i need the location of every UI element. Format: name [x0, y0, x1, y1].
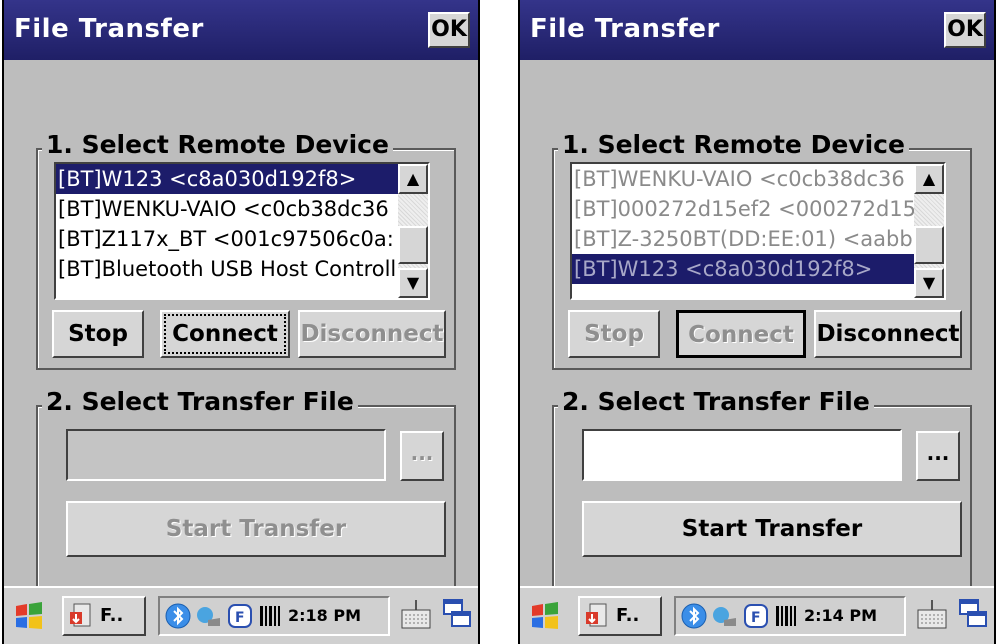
device-list[interactable]: [BT]W123 <c8a030d192f8> [BT]WENKU-VAIO <… — [54, 162, 430, 300]
ok-button[interactable]: OK — [428, 12, 470, 48]
group-legend: 2. Select Transfer File — [42, 387, 358, 416]
group-legend: 1. Select Remote Device — [558, 130, 909, 159]
device-list[interactable]: [BT]WENKU-VAIO <c0cb38dc36 [BT]000272d15… — [570, 162, 946, 300]
vertical-scrollbar[interactable]: ▲ ▼ — [398, 164, 428, 298]
windows-flag-icon[interactable] — [528, 600, 562, 634]
list-item[interactable]: [BT]WENKU-VAIO <c0cb38dc36 — [572, 164, 944, 194]
taskbar-app-label: F.. — [616, 605, 640, 626]
windows-switch-icon[interactable] — [442, 598, 472, 630]
select-remote-device-group: 1. Select Remote Device [BT]W123 <c8a030… — [36, 130, 456, 370]
clock[interactable]: 2:14 PM — [804, 606, 877, 625]
barcode-icon[interactable] — [258, 604, 282, 628]
stop-button[interactable]: Stop — [568, 310, 660, 358]
select-transfer-file-group: 2. Select Transfer File ... Start Transf… — [36, 387, 456, 593]
list-item[interactable]: [BT]Z-3250BT(DD:EE:01) <aabb — [572, 224, 944, 254]
vertical-scrollbar[interactable]: ▲ ▼ — [914, 164, 944, 298]
taskbar: F.. F 2:14 PM — [520, 586, 994, 644]
start-transfer-button[interactable]: Start Transfer — [582, 501, 962, 557]
scroll-down-arrow-icon[interactable]: ▼ — [914, 268, 944, 298]
start-transfer-button[interactable]: Start Transfer — [66, 501, 446, 557]
window-title: File Transfer — [14, 14, 204, 44]
function-key-icon[interactable]: F — [742, 602, 770, 630]
right-screen: File Transfer OK 1. Select Remote Device… — [518, 0, 996, 644]
scroll-thumb[interactable] — [914, 226, 944, 264]
file-path-field[interactable] — [582, 429, 902, 481]
network-icon[interactable] — [710, 602, 738, 630]
list-item[interactable]: [BT]Z117x_BT <001c97506c0a: — [56, 224, 428, 254]
select-transfer-file-group: 2. Select Transfer File ... Start Transf… — [552, 387, 972, 593]
stop-button[interactable]: Stop — [52, 310, 144, 358]
system-tray: F 2:14 PM — [674, 596, 906, 636]
list-item[interactable]: [BT]W123 <c8a030d192f8> — [56, 164, 428, 194]
select-remote-device-group: 1. Select Remote Device [BT]WENKU-VAIO <… — [552, 130, 972, 370]
list-item[interactable]: [BT]WENKU-VAIO <c0cb38dc36 — [56, 194, 428, 224]
taskbar-app-button[interactable]: F.. — [62, 596, 146, 636]
bluetooth-icon[interactable] — [164, 602, 192, 630]
list-item[interactable]: [BT]000272d15ef2 <000272d15 — [572, 194, 944, 224]
browse-button[interactable]: ... — [400, 431, 444, 481]
svg-text:F: F — [751, 610, 761, 626]
function-key-icon[interactable]: F — [226, 602, 254, 630]
ok-button[interactable]: OK — [944, 12, 986, 48]
connect-button[interactable]: Connect — [676, 310, 806, 358]
barcode-icon[interactable] — [774, 604, 798, 628]
windows-switch-icon[interactable] — [958, 598, 988, 630]
list-item[interactable]: [BT]Bluetooth USB Host Controll — [56, 254, 428, 284]
clock[interactable]: 2:18 PM — [288, 606, 361, 625]
bluetooth-icon[interactable] — [680, 602, 708, 630]
group-legend: 1. Select Remote Device — [42, 130, 393, 159]
file-transfer-app-icon — [70, 603, 91, 627]
network-icon[interactable] — [194, 602, 222, 630]
list-item[interactable]: [BT]W123 <c8a030d192f8> — [572, 254, 944, 284]
scroll-thumb[interactable] — [398, 226, 428, 264]
scroll-up-arrow-icon[interactable]: ▲ — [914, 164, 944, 194]
disconnect-button[interactable]: Disconnect — [814, 310, 962, 358]
title-bar: File Transfer OK — [520, 0, 994, 60]
taskbar-app-button[interactable]: F.. — [578, 596, 662, 636]
keyboard-icon[interactable] — [400, 598, 432, 632]
group-legend: 2. Select Transfer File — [558, 387, 874, 416]
browse-button[interactable]: ... — [916, 431, 960, 481]
scroll-down-arrow-icon[interactable]: ▼ — [398, 268, 428, 298]
keyboard-icon[interactable] — [916, 598, 948, 632]
system-tray: F 2:18 PM — [158, 596, 390, 636]
left-screen: File Transfer OK 1. Select Remote Device… — [2, 0, 480, 644]
title-bar: File Transfer OK — [4, 0, 478, 60]
file-transfer-app-icon — [586, 603, 607, 627]
connect-button[interactable]: Connect — [160, 310, 290, 358]
window-title: File Transfer — [530, 14, 720, 44]
scroll-up-arrow-icon[interactable]: ▲ — [398, 164, 428, 194]
taskbar-app-label: F.. — [100, 605, 124, 626]
windows-flag-icon[interactable] — [12, 600, 46, 634]
file-path-field[interactable] — [66, 429, 386, 481]
svg-text:F: F — [235, 610, 245, 626]
disconnect-button[interactable]: Disconnect — [298, 310, 446, 358]
taskbar: F.. F 2:18 PM — [4, 586, 478, 644]
